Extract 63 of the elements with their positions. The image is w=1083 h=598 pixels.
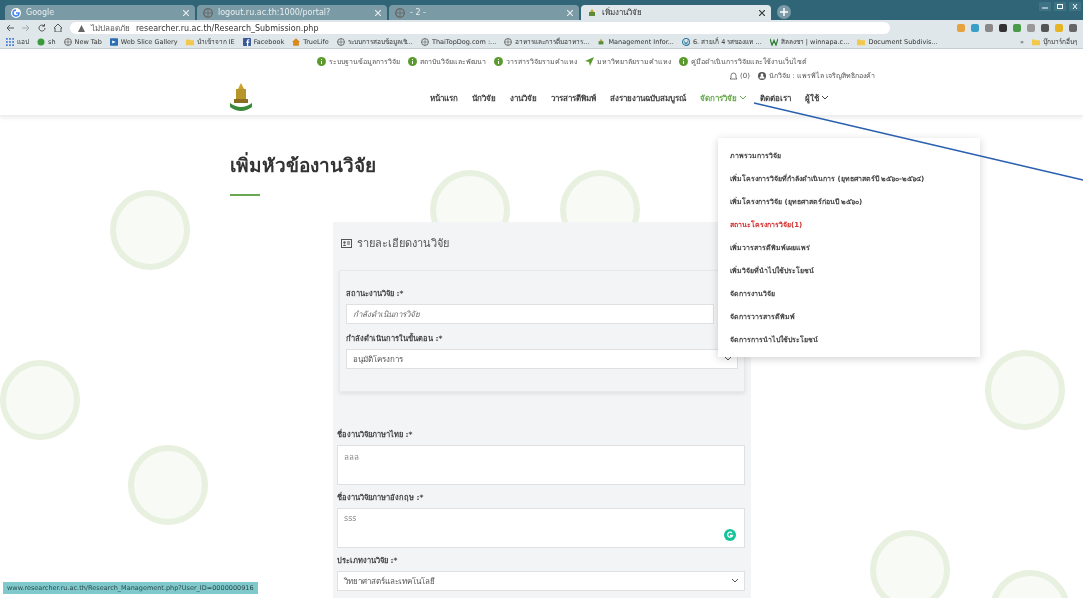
send-icon <box>584 57 594 66</box>
caret-icon <box>740 96 746 100</box>
apps-icon <box>6 38 14 46</box>
new-tab-icon[interactable] <box>777 5 791 19</box>
globe-icon <box>420 38 429 46</box>
nav-link[interactable]: ผู้ใช้ <box>805 91 828 105</box>
section-title: รายละเอียดงานวิจัย <box>357 236 449 252</box>
grammar-icon[interactable] <box>724 529 736 541</box>
info-icon <box>407 57 417 66</box>
back-icon[interactable] <box>6 24 14 32</box>
chevron-icon <box>725 357 731 361</box>
folder-icon <box>1032 38 1040 46</box>
folder-icon <box>185 38 194 46</box>
globe-icon <box>336 38 345 46</box>
nav-link[interactable]: ติดต่อเรา <box>760 91 791 105</box>
restore-icon[interactable] <box>1054 2 1066 11</box>
status-field[interactable]: กำลังดำเนินการวิจัย <box>346 304 714 324</box>
select-field[interactable]: วิทยาศาสตร์และเทคโนโลยี <box>337 571 745 591</box>
select-field[interactable]: อนุมัติโครงการ <box>346 349 738 369</box>
facebook-icon <box>242 38 251 46</box>
globe-icon <box>203 7 213 18</box>
page-title: เพิ่มหัวข้องานวิจัย <box>230 151 376 178</box>
nav-link[interactable]: นักวิจัย <box>472 91 496 105</box>
minimize-icon[interactable] <box>1039 2 1051 11</box>
info-icon <box>316 57 326 66</box>
leaf-icon <box>769 38 778 46</box>
caret-icon <box>822 96 828 100</box>
info-icon <box>493 57 503 66</box>
forward-icon[interactable] <box>22 24 30 32</box>
info-icon <box>678 57 688 66</box>
text-area[interactable]: sss <box>337 508 745 548</box>
browser-tab[interactable]: เพิ่มงานวิจัย <box>581 5 771 20</box>
close-icon[interactable] <box>1069 2 1081 11</box>
text-area[interactable]: ลลล <box>337 445 745 485</box>
folder-icon <box>857 38 866 46</box>
university-logo <box>228 83 254 113</box>
nav-link[interactable]: หน้าแรก <box>430 91 458 105</box>
google-icon <box>11 7 21 18</box>
close-icon[interactable] <box>759 9 765 16</box>
globe-icon <box>63 38 72 46</box>
tab-title: Google <box>26 8 56 17</box>
home-icon[interactable] <box>54 24 62 32</box>
nav-link[interactable]: งานวิจัย <box>510 91 537 105</box>
tab-title: เพิ่มงานวิจัย <box>602 6 643 19</box>
url-text: researcher.ru.ac.th/Research_Submission.php <box>136 23 319 33</box>
globe-icon <box>395 7 405 18</box>
tab-title: logout.ru.ac.th:1000/portal? <box>218 8 332 17</box>
tab-title: - 2 - <box>410 8 427 17</box>
chevron-icon <box>732 579 738 583</box>
web-slice-icon <box>109 38 118 46</box>
globe-icon <box>504 38 513 46</box>
warning-icon <box>78 24 85 32</box>
bell-icon <box>730 71 738 80</box>
address-bar[interactable]: ไม่ปลอดภัย researcher.ru.ac.th/Research_Submission.php <box>70 22 890 34</box>
user-icon <box>757 71 766 80</box>
nav-link[interactable]: วารสารตีพิมพ์ <box>551 91 596 105</box>
wordpress-icon <box>681 38 690 46</box>
id-card-icon <box>341 238 352 248</box>
security-label: ไม่ปลอดภัย <box>91 22 130 35</box>
house-icon <box>292 38 301 46</box>
reload-icon[interactable] <box>38 24 46 32</box>
dot-icon <box>37 38 45 46</box>
nav-link[interactable]: ส่งรายงานฉบับสมบูรณ์ <box>610 91 686 105</box>
